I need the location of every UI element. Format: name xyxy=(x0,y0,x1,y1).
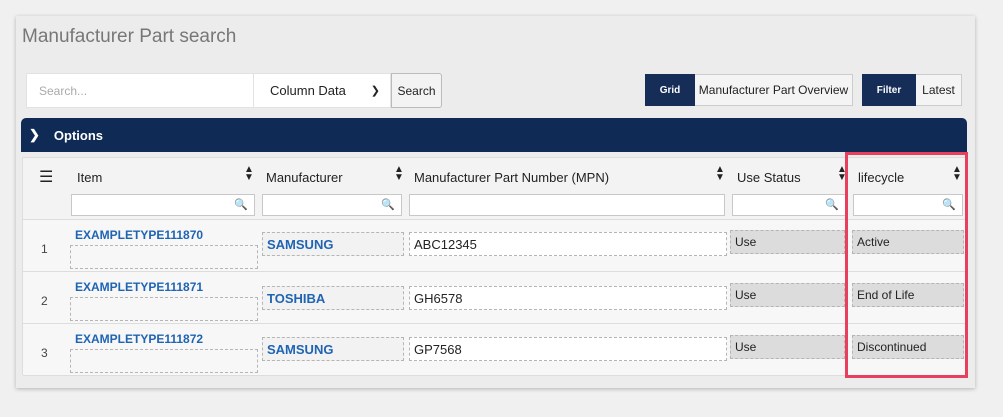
filter-toggle: Filter Latest xyxy=(862,74,962,106)
row-number: 1 xyxy=(41,242,48,256)
column-header-item[interactable]: Item xyxy=(77,170,102,185)
page-title: Manufacturer Part search xyxy=(22,26,237,47)
lifecycle-column-highlight xyxy=(845,152,968,378)
mpn-cell: ABC12345 xyxy=(409,232,727,256)
table-row: 1 EXAMPLETYPE111870 SAMSUNG ABC12345 Use… xyxy=(23,220,966,272)
search-icon: 🔍 xyxy=(825,199,839,211)
hamburger-menu-icon[interactable]: ☰ xyxy=(39,167,53,187)
use-status-cell: Use xyxy=(730,335,845,359)
use-status-cell: Use xyxy=(730,230,845,254)
column-select-value: Column Data xyxy=(270,83,346,98)
search-button[interactable]: Search xyxy=(391,73,442,108)
row-number: 2 xyxy=(41,294,48,308)
manufacturer-part-search-panel: Manufacturer Part search Column Data ❯ S… xyxy=(16,16,975,388)
item-link[interactable]: EXAMPLETYPE111870 xyxy=(75,228,203,242)
item-sub-field xyxy=(70,297,258,321)
mpn-cell: GH6578 xyxy=(409,286,727,310)
column-header-manufacturer[interactable]: Manufacturer xyxy=(266,170,343,185)
column-select[interactable]: Column Data ❯ xyxy=(254,73,391,108)
column-header-mpn[interactable]: Manufacturer Part Number (MPN) xyxy=(414,170,609,185)
manufacturer-cell[interactable]: SAMSUNG xyxy=(262,337,404,361)
sort-icon[interactable]: ▲ ▼ xyxy=(715,165,725,183)
filter-input-use-status[interactable]: 🔍 xyxy=(732,194,846,216)
search-input[interactable] xyxy=(26,73,254,108)
options-label: Options xyxy=(53,127,104,143)
item-link[interactable]: EXAMPLETYPE111872 xyxy=(75,332,203,346)
filter-input-mpn[interactable] xyxy=(409,194,725,216)
sort-icon[interactable]: ▲ ▼ xyxy=(394,165,404,183)
use-status-cell: Use xyxy=(730,283,845,307)
parts-grid: ☰ Item ▲ ▼ 🔍 Manufacturer ▲ ▼ 🔍 Manufactur… xyxy=(22,157,967,376)
grid-view-button[interactable]: Grid xyxy=(645,74,695,106)
manufacturer-cell[interactable]: TOSHIBA xyxy=(262,286,404,310)
options-bar[interactable]: ❯ Options xyxy=(21,118,967,152)
filter-input-item[interactable]: 🔍 xyxy=(71,194,255,216)
item-link[interactable]: EXAMPLETYPE111871 xyxy=(75,280,203,294)
search-icon: 🔍 xyxy=(234,199,248,211)
sort-icon[interactable]: ▲ ▼ xyxy=(244,165,254,183)
view-toggle: Grid Manufacturer Part Overview xyxy=(645,74,853,106)
search-icon: 🔍 xyxy=(381,199,395,211)
chevron-right-icon: ❯ xyxy=(29,127,40,142)
table-row: 2 EXAMPLETYPE111871 TOSHIBA GH6578 Use E… xyxy=(23,272,966,324)
filter-input-manufacturer[interactable]: 🔍 xyxy=(262,194,402,216)
manufacturer-part-overview-button[interactable]: Manufacturer Part Overview xyxy=(695,74,853,106)
column-header-use-status[interactable]: Use Status xyxy=(737,170,801,185)
latest-button[interactable]: Latest xyxy=(916,74,962,106)
row-number: 3 xyxy=(41,346,48,360)
item-sub-field xyxy=(70,245,258,269)
filter-button[interactable]: Filter xyxy=(862,74,916,106)
search-bar: Column Data ❯ Search xyxy=(26,73,442,108)
table-row: 3 EXAMPLETYPE111872 SAMSUNG GP7568 Use D… xyxy=(23,324,966,376)
mpn-cell: GP7568 xyxy=(409,337,727,361)
item-sub-field xyxy=(70,349,258,373)
manufacturer-cell[interactable]: SAMSUNG xyxy=(262,232,404,256)
chevron-down-icon: ❯ xyxy=(370,85,380,97)
